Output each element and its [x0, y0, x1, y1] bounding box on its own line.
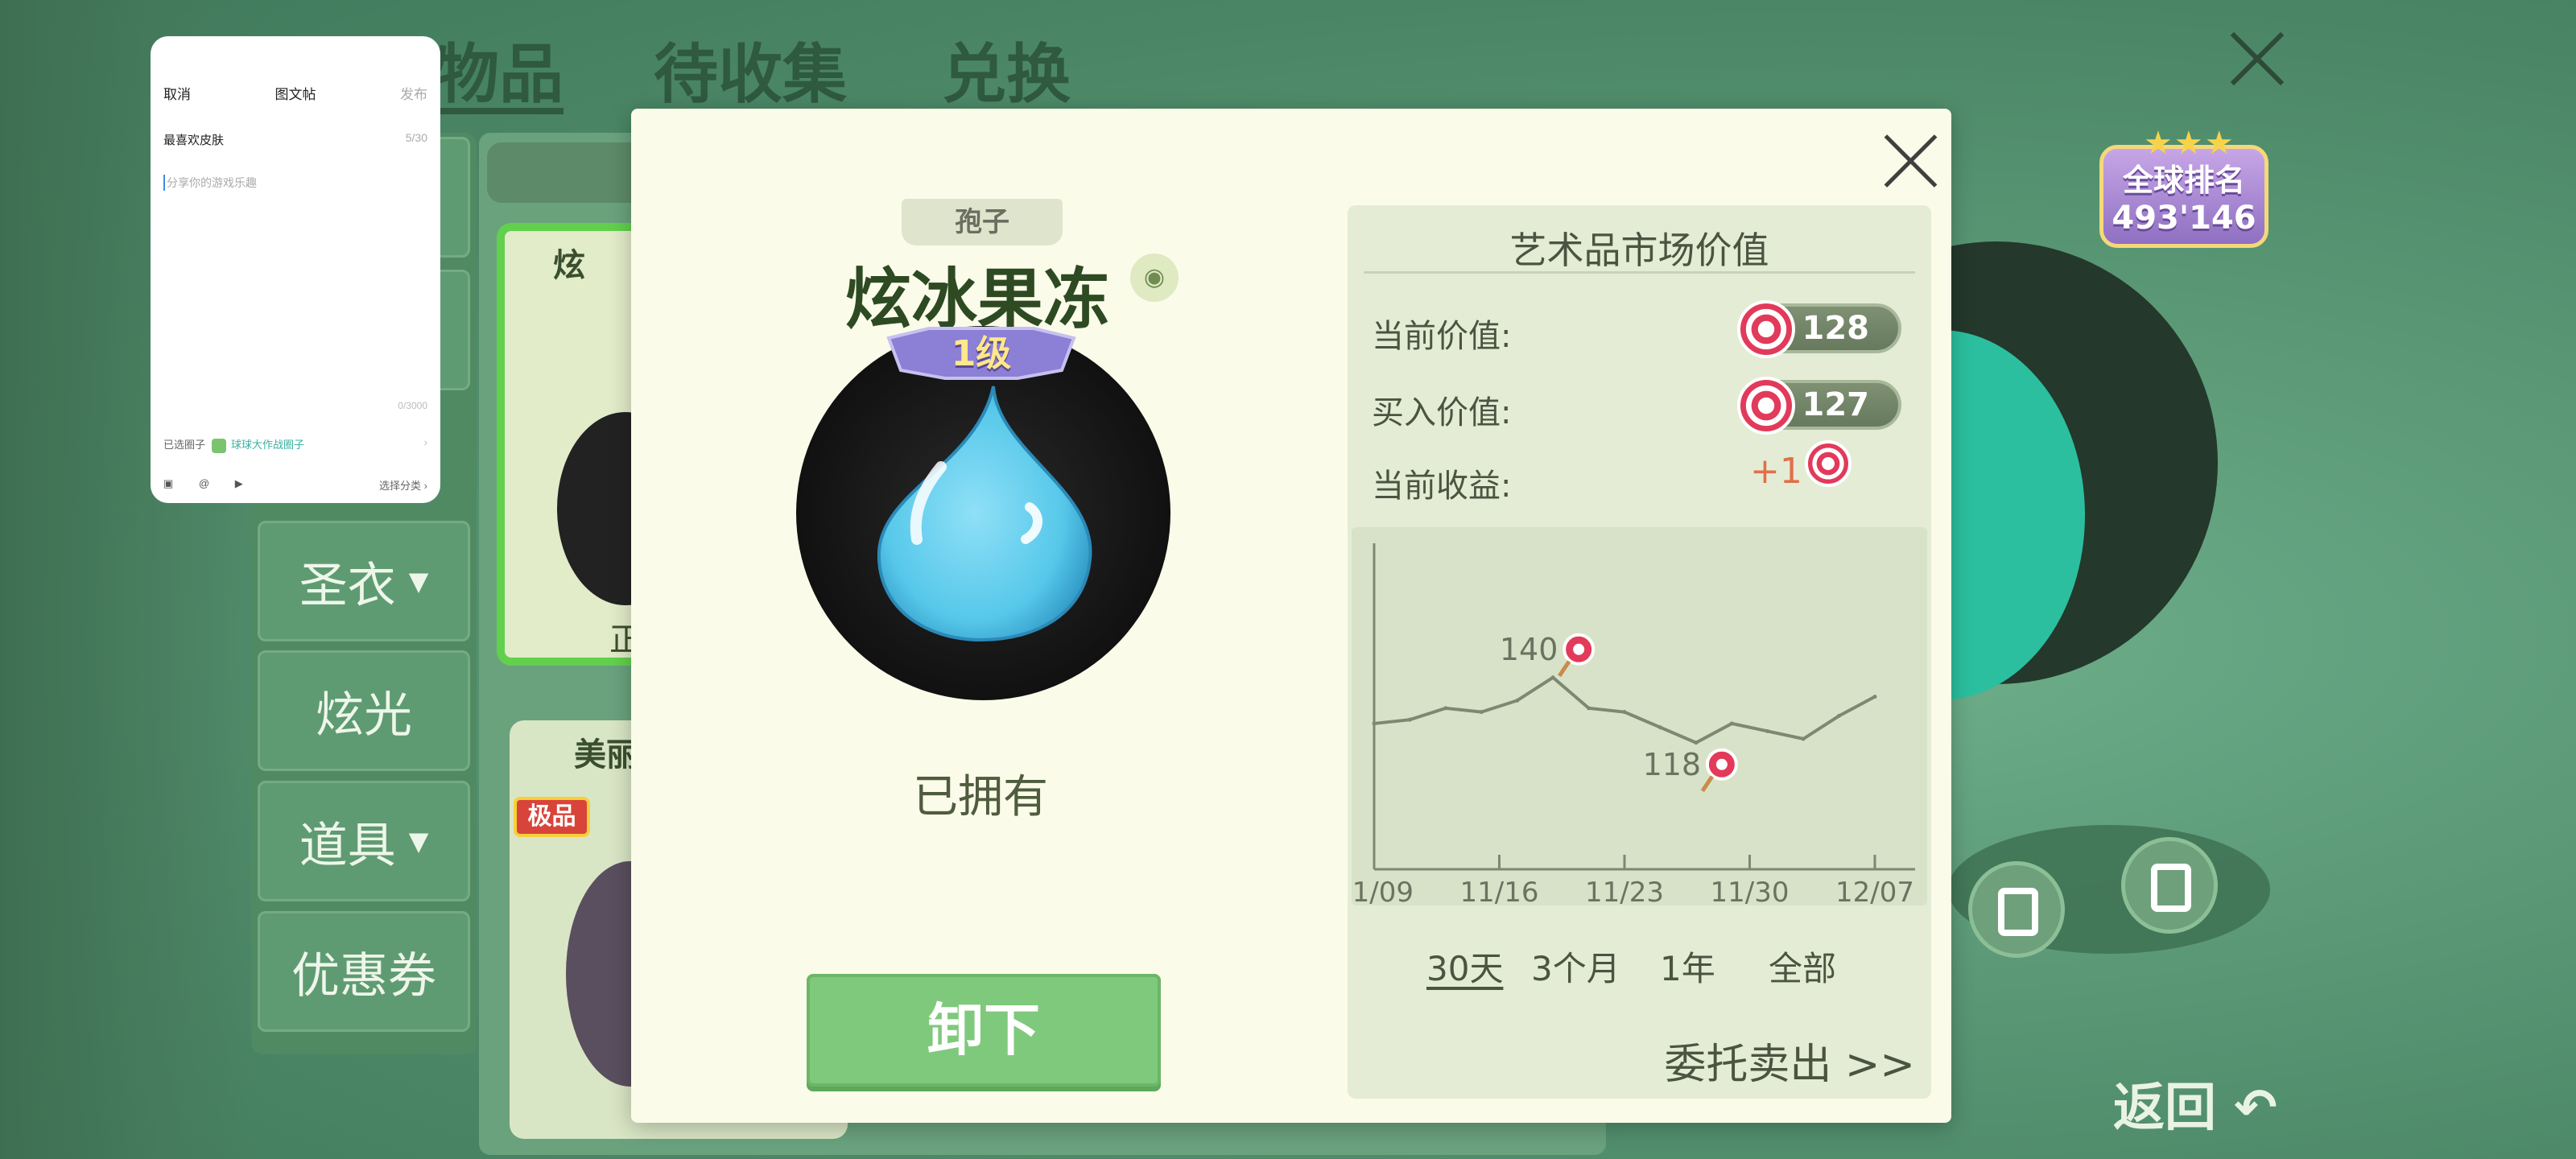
circle-label: 已选圈子 [163, 439, 206, 451]
close-icon[interactable] [1879, 129, 1943, 193]
card-title: 美丽 [574, 736, 638, 773]
market-value-panel: 艺术品市场价值 当前价值: 128 买入价值: 127 当前收益: +1 11/… [1335, 205, 1931, 1099]
x-tick-label: 11/16 [1460, 876, 1539, 905]
eye-icon[interactable]: ◉ [1130, 254, 1179, 302]
card-title: 炫 [553, 247, 585, 284]
filter-bar[interactable] [487, 142, 648, 203]
x-tick-label: 11/23 [1585, 876, 1664, 905]
body-char-count: 0/3000 [398, 400, 427, 411]
sidebar-item-label: 优惠券 [291, 947, 436, 1004]
x-tick-label: 11/30 [1711, 876, 1790, 905]
price-point [1837, 713, 1842, 718]
price-point [1694, 740, 1699, 745]
range-tab-1y[interactable]: 1年 [1660, 942, 1715, 991]
price-point [1407, 717, 1412, 722]
sidebar-item-label: 炫光 [316, 687, 412, 744]
composer-toolbar: ▣ @ ▶ 选择分类 › [163, 477, 427, 493]
current-value-label: 当前价值: [1372, 318, 1512, 355]
star-icon: ★★★ [2144, 125, 2235, 162]
range-tab-all[interactable]: 全部 [1769, 942, 1836, 991]
circle-name: 球球大作战圈子 [231, 439, 305, 451]
back-button[interactable]: 返回 ↶ [2113, 1066, 2277, 1140]
range-tab-30d[interactable]: 30天 [1426, 942, 1503, 991]
rarity-badge: 极品 [514, 797, 590, 837]
composer-title: 图文帖 [275, 87, 316, 102]
consign-sell-link[interactable]: 委托卖出 >> [1664, 1030, 1915, 1091]
video-icon[interactable]: ▶ [235, 477, 243, 490]
price-point [1765, 728, 1770, 733]
title-char-count: 5/30 [405, 131, 427, 144]
global-rank-badge[interactable]: ★★★ 全球排名 493'146 [2099, 125, 2268, 248]
current-value: 128 [1802, 310, 1870, 347]
price-point [1587, 706, 1591, 711]
candy-stick [1700, 775, 1714, 793]
item-detail-modal: 孢子 炫冰果冻 ◉ 1级 已拥有 卸下 艺术品市场价值 当前价值: 128 买入… [631, 109, 1951, 1123]
price-point [1657, 725, 1662, 730]
unequip-button[interactable]: 卸下 [807, 974, 1161, 1087]
x-tick-label: 11/09 [1352, 876, 1414, 905]
candy-icon [1737, 377, 1795, 435]
price-annotation: 140 [1500, 632, 1558, 667]
category-selector[interactable]: 选择分类 › [379, 477, 427, 493]
post-body-field[interactable]: 分享你的游戏乐趣 [163, 175, 257, 191]
lock-icon[interactable] [2121, 837, 2218, 934]
sidebar-item-robe[interactable]: 圣衣 ▼ [258, 521, 470, 641]
publish-button[interactable]: 发布 [400, 83, 427, 103]
candy-icon [1805, 440, 1852, 487]
profit-label: 当前收益: [1372, 468, 1512, 505]
price-point [1479, 710, 1484, 715]
price-point [1443, 706, 1448, 711]
owned-status: 已拥有 [913, 771, 1048, 823]
composer-header: 取消 图文帖 发布 [163, 83, 427, 107]
price-point [1801, 736, 1806, 741]
tab-to-collect[interactable]: 待收集 [654, 23, 847, 116]
circle-selector[interactable]: 已选圈子 球球大作战圈子 › [163, 436, 427, 453]
candy-icon-center [1573, 643, 1585, 655]
price-point [1622, 710, 1627, 715]
sidebar-item-props[interactable]: 道具 ▼ [258, 781, 470, 901]
tab-exchange[interactable]: 兑换 [942, 23, 1071, 116]
sidebar-item-label: 道具 [299, 817, 396, 874]
price-point [1550, 675, 1555, 680]
buy-value: 127 [1802, 386, 1870, 423]
chevron-right-icon: › [423, 436, 427, 448]
close-icon[interactable] [2226, 28, 2286, 89]
post-composer-panel: 取消 图文帖 发布 最喜欢皮肤 5/30 分享你的游戏乐趣 0/3000 已选圈… [151, 36, 440, 503]
at-mention-icon[interactable]: @ [199, 477, 209, 489]
range-tab-3m[interactable]: 3个月 [1531, 942, 1620, 991]
back-label: 返回 [2113, 1079, 2216, 1138]
tab-items[interactable]: 物品 [435, 23, 564, 116]
item-type-tag: 孢子 [902, 199, 1063, 245]
buy-value-label: 买入价值: [1372, 394, 1512, 431]
sidebar-item-label: 圣衣 [299, 557, 396, 614]
price-chart: 11/09 11/16 11/23 11/30 12/07 140 118 [1335, 527, 1927, 909]
price-point [1372, 721, 1377, 726]
price-point [1729, 721, 1734, 726]
price-chart-svg: 11/09 11/16 11/23 11/30 12/07 140 118 [1335, 543, 1915, 909]
candy-icon [1737, 300, 1795, 358]
divider [1364, 271, 1915, 274]
lock-icon[interactable] [1968, 861, 2065, 958]
post-title-field[interactable]: 最喜欢皮肤 [163, 131, 224, 148]
chevron-down-icon: ▼ [408, 566, 429, 596]
water-drop-icon [877, 386, 1092, 642]
price-annotation: 118 [1643, 747, 1702, 782]
x-tick-label: 12/07 [1835, 876, 1914, 905]
profit-value: +1 [1750, 451, 1802, 492]
candy-stick [1558, 660, 1571, 678]
sidebar-item-glow[interactable]: 炫光 [258, 650, 470, 771]
image-icon[interactable]: ▣ [163, 477, 173, 490]
rank-label: 全球排名 [2122, 163, 2245, 198]
price-point [1872, 695, 1877, 699]
price-point [1515, 698, 1520, 703]
candy-icon-center [1715, 758, 1728, 770]
market-title: 艺术品市场价值 [1509, 229, 1769, 272]
item-level: 1级 [951, 333, 1012, 374]
return-arrow-icon: ↶ [2216, 1079, 2277, 1138]
rank-value: 493'146 [2112, 200, 2256, 237]
category-label: 选择分类 [379, 480, 422, 492]
chevron-down-icon: ▼ [408, 826, 429, 856]
sidebar-item-coupon[interactable]: 优惠券 [258, 911, 470, 1032]
circle-avatar-icon [212, 438, 227, 453]
